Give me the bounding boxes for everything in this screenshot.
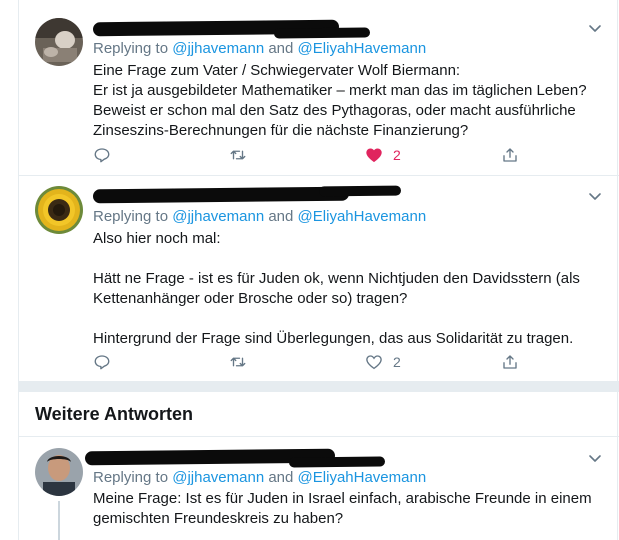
redacted-author-handle [288,456,386,468]
share-button[interactable] [501,145,519,165]
section-title: Weitere Antworten [35,404,194,424]
tweet[interactable]: Replying to @jjhavemann and @EliyahHavem… [19,0,619,176]
share-button[interactable] [501,352,519,372]
reply-icon [94,355,110,370]
chevron-down-icon[interactable] [587,188,603,204]
replying-prefix: Replying to [93,469,173,486]
chevron-down-icon[interactable] [587,20,603,36]
mention-link[interactable]: @EliyahHavemann [298,208,427,225]
share-icon [503,148,517,162]
avatar[interactable] [35,448,83,496]
mention-link[interactable]: @jjhavemann [172,40,264,57]
tweet-text: Eine Frage zum Vater / Schwiegervater Wo… [93,62,587,139]
like-button[interactable]: 2 [365,145,401,165]
reply-icon [94,148,110,163]
reply-button[interactable] [93,352,111,372]
tweet-actions: 2 [93,352,533,372]
more-replies-header: Weitere Antworten [19,392,619,437]
like-icon [366,148,382,163]
share-icon [503,355,517,369]
tweet[interactable]: Replying to @jjhavemann and @EliyahHavem… [19,437,619,540]
conjunction: and [264,208,298,225]
replies-feed: Replying to @jjhavemann and @EliyahHavem… [18,0,619,540]
like-button[interactable]: 2 [365,352,401,372]
like-icon [366,355,382,370]
reply-button[interactable] [93,145,111,165]
tweet-actions: 2 [93,145,533,165]
like-count: 2 [393,147,401,163]
mention-link[interactable]: @EliyahHavemann [298,469,427,486]
avatar[interactable] [35,18,83,66]
avatar[interactable] [35,186,83,234]
like-count: 2 [393,354,401,370]
retweet-button[interactable] [229,145,247,165]
redacted-author-handle [318,185,402,197]
mention-link[interactable]: @jjhavemann [172,208,264,225]
mention-link[interactable]: @EliyahHavemann [298,40,427,57]
conjunction: and [264,40,298,57]
redacted-author-handle [273,27,371,39]
retweet-button[interactable] [229,352,247,372]
section-divider [19,381,619,392]
thread-line [58,501,60,540]
replying-to: Replying to @jjhavemann and @EliyahHavem… [93,469,426,486]
replying-prefix: Replying to [93,40,173,57]
conjunction: and [264,469,298,486]
tweet-text: Also hier noch mal: Hätt ne Frage - ist … [93,230,580,347]
mention-link[interactable]: @jjhavemann [172,469,264,486]
tweet[interactable]: Replying to @jjhavemann and @EliyahHavem… [19,176,619,381]
replying-prefix: Replying to [93,208,173,225]
chevron-down-icon[interactable] [587,450,603,466]
replying-to: Replying to @jjhavemann and @EliyahHavem… [93,208,426,225]
retweet-icon [230,150,246,160]
tweet-text: Meine Frage: Ist es für Juden in Israel … [93,490,592,527]
redacted-author-name [92,186,350,204]
replying-to: Replying to @jjhavemann and @EliyahHavem… [93,40,426,57]
retweet-icon [230,357,246,367]
